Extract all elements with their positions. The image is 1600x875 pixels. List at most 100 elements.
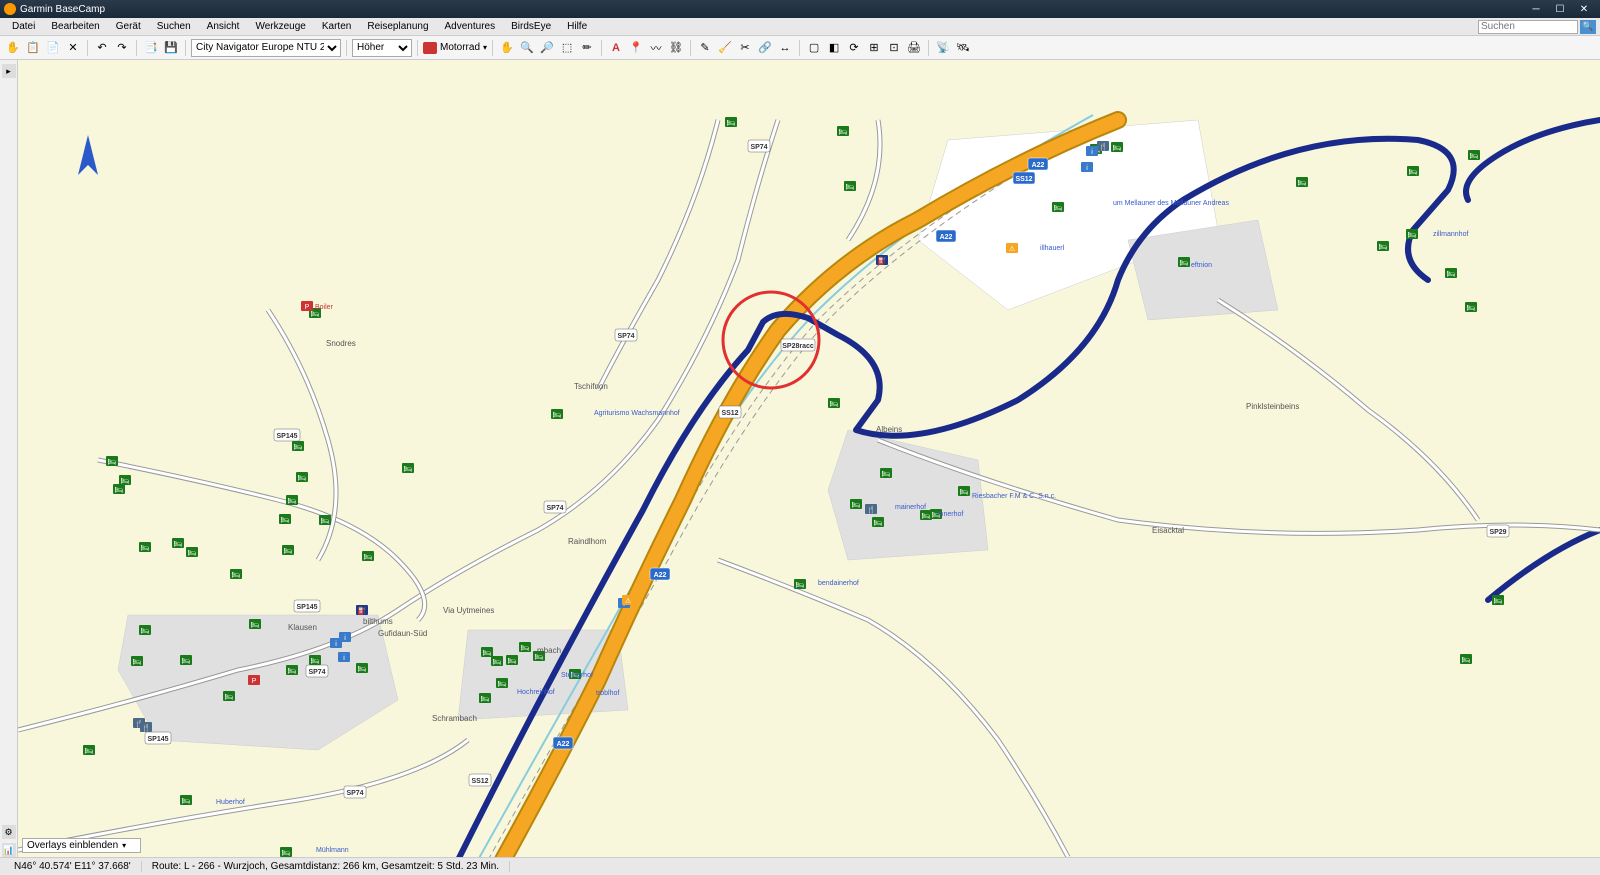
menu-ansicht[interactable]: Ansicht bbox=[199, 21, 248, 32]
status-coordinates: N46° 40.574' E11° 37.668' bbox=[4, 861, 142, 872]
menu-adventures[interactable]: Adventures bbox=[437, 21, 504, 32]
detail-level-select[interactable]: Höher bbox=[352, 39, 412, 57]
menu-hilfe[interactable]: Hilfe bbox=[559, 21, 595, 32]
tool-paste-icon[interactable]: 📄 bbox=[44, 39, 62, 57]
north-arrow-icon bbox=[78, 135, 98, 175]
tool-zoom-out-icon[interactable]: 🔎 bbox=[538, 39, 556, 57]
tool-join-icon[interactable]: 🔗 bbox=[756, 39, 774, 57]
svg-text:🛏: 🛏 bbox=[508, 658, 517, 665]
svg-text:🛏: 🛏 bbox=[1409, 169, 1418, 176]
tool-draw-icon[interactable]: ✏ bbox=[578, 39, 596, 57]
menu-karten[interactable]: Karten bbox=[314, 21, 359, 32]
svg-text:🛏: 🛏 bbox=[521, 645, 530, 652]
tool-rotate-icon[interactable]: ⟳ bbox=[845, 39, 863, 57]
tool-zoom-in-icon[interactable]: 🔍 bbox=[518, 39, 536, 57]
tool-list-icon[interactable]: 📑 bbox=[142, 39, 160, 57]
svg-text:🛏: 🛏 bbox=[364, 554, 373, 561]
map-canvas[interactable]: A22SS12A22SP74SP74SP28raccSS12SP74A22SP1… bbox=[18, 60, 1600, 857]
svg-text:🍴: 🍴 bbox=[867, 505, 876, 514]
map-label: troblhof bbox=[596, 690, 619, 697]
tool-hand-icon[interactable]: ✋ bbox=[4, 39, 22, 57]
tool-print-icon[interactable]: 🖨 bbox=[905, 39, 923, 57]
minimize-button[interactable]: ─ bbox=[1524, 4, 1548, 15]
tool-text-icon[interactable]: A bbox=[607, 39, 625, 57]
map-label: Hochreinhof bbox=[517, 689, 555, 696]
svg-text:🛏: 🛏 bbox=[1054, 205, 1063, 212]
window-title: Garmin BaseCamp bbox=[20, 4, 1524, 15]
tool-center-icon[interactable]: ⊡ bbox=[885, 39, 903, 57]
tool-fit-icon[interactable]: ⊞ bbox=[865, 39, 883, 57]
map-product-select[interactable]: City Navigator Europe NTU 2024.2 bbox=[191, 39, 341, 57]
tool-copy-icon[interactable]: 📋 bbox=[24, 39, 42, 57]
tool-delete-icon[interactable]: ✕ bbox=[64, 39, 82, 57]
map-label: illhauerl bbox=[1040, 245, 1065, 252]
svg-text:🛏: 🛏 bbox=[1494, 598, 1503, 605]
svg-text:🛏: 🛏 bbox=[182, 798, 191, 805]
tool-insert-icon[interactable]: ✎ bbox=[696, 39, 714, 57]
tool-waypoint-icon[interactable]: 📍 bbox=[627, 39, 645, 57]
svg-text:🛏: 🛏 bbox=[852, 502, 861, 509]
maximize-button[interactable]: ☐ bbox=[1548, 4, 1572, 15]
menu-bearbeiten[interactable]: Bearbeiten bbox=[43, 21, 107, 32]
search-button[interactable]: 🔍 bbox=[1580, 20, 1596, 34]
map-label: Albeins bbox=[876, 425, 902, 434]
tool-gps-icon[interactable]: 📡 bbox=[934, 39, 952, 57]
road-shield-label: SP74 bbox=[617, 333, 634, 340]
tool-2d-icon[interactable]: ▢ bbox=[805, 39, 823, 57]
search-input[interactable] bbox=[1478, 20, 1578, 34]
menu-reiseplanung[interactable]: Reiseplanung bbox=[359, 21, 436, 32]
road-shield-label: SS12 bbox=[1015, 176, 1032, 183]
activity-profile[interactable]: Motorrad ▾ bbox=[423, 42, 487, 54]
map-label: Steinerhof bbox=[561, 672, 593, 679]
app-icon bbox=[4, 3, 16, 15]
tool-birdseye-icon[interactable]: 🛰 bbox=[954, 39, 972, 57]
svg-text:🛏: 🛏 bbox=[115, 487, 124, 494]
svg-text:🛏: 🛏 bbox=[108, 459, 117, 466]
tool-route-icon[interactable]: 〰 bbox=[647, 39, 665, 57]
map-label: Agriturismo Wachsmannhof bbox=[594, 410, 680, 417]
svg-text:P: P bbox=[305, 304, 310, 311]
overlays-toggle-button[interactable]: Overlays einblenden bbox=[22, 838, 141, 853]
svg-text:🛏: 🛏 bbox=[1298, 180, 1307, 187]
tool-track-icon[interactable]: ⛓ bbox=[667, 39, 685, 57]
svg-text:🛏: 🛏 bbox=[874, 520, 883, 527]
road-shield-label: SP74 bbox=[750, 144, 767, 151]
map-svg: A22SS12A22SP74SP74SP28raccSS12SP74A22SP1… bbox=[18, 60, 1600, 857]
motorcycle-icon bbox=[423, 42, 437, 54]
menu-geraet[interactable]: Gerät bbox=[108, 21, 149, 32]
statusbar: N46° 40.574' E11° 37.668' Route: L - 266… bbox=[0, 857, 1600, 875]
tool-select-icon[interactable]: ⬚ bbox=[558, 39, 576, 57]
map-label: Huberhof bbox=[216, 799, 245, 806]
road-shield-label: SP145 bbox=[296, 604, 317, 611]
svg-text:🛏: 🛏 bbox=[282, 850, 291, 857]
tool-undo-icon[interactable]: ↶ bbox=[93, 39, 111, 57]
svg-text:🛏: 🛏 bbox=[174, 541, 183, 548]
svg-text:🛏: 🛏 bbox=[321, 518, 330, 525]
tool-split-icon[interactable]: ✂ bbox=[736, 39, 754, 57]
map-label: um Mellauner des Mellauner Andreas bbox=[1113, 200, 1229, 207]
svg-text:⚠: ⚠ bbox=[1009, 245, 1015, 253]
svg-text:🛏: 🛏 bbox=[281, 517, 290, 524]
tool-erase-icon[interactable]: 🧹 bbox=[716, 39, 734, 57]
svg-text:🛏: 🛏 bbox=[182, 658, 191, 665]
menu-datei[interactable]: Datei bbox=[4, 21, 43, 32]
map-label: Snodres bbox=[326, 339, 356, 348]
tool-device-icon[interactable]: 💾 bbox=[162, 39, 180, 57]
svg-text:🛏: 🛏 bbox=[846, 184, 855, 191]
map-label: Tschifnon bbox=[574, 382, 608, 391]
svg-text:🛏: 🛏 bbox=[1470, 153, 1479, 160]
tool-pan-icon[interactable]: ✋ bbox=[498, 39, 516, 57]
tool-redo-icon[interactable]: ↷ bbox=[113, 39, 131, 57]
sidebar-panel-1[interactable]: ▸ bbox=[2, 64, 16, 78]
sidebar-prop-2[interactable]: 📊 bbox=[2, 843, 16, 857]
menu-birdseye[interactable]: BirdsEye bbox=[503, 21, 559, 32]
tool-3d-icon[interactable]: ◧ bbox=[825, 39, 843, 57]
sidebar-prop-1[interactable]: ⚙ bbox=[2, 825, 16, 839]
svg-text:🛏: 🛏 bbox=[141, 545, 150, 552]
map-label: mbach bbox=[537, 646, 561, 655]
close-button[interactable]: ✕ bbox=[1572, 4, 1596, 15]
menu-werkzeuge[interactable]: Werkzeuge bbox=[247, 21, 313, 32]
map-label: bilthums bbox=[363, 617, 393, 626]
tool-move-icon[interactable]: ↔ bbox=[776, 39, 794, 57]
menu-suchen[interactable]: Suchen bbox=[149, 21, 199, 32]
